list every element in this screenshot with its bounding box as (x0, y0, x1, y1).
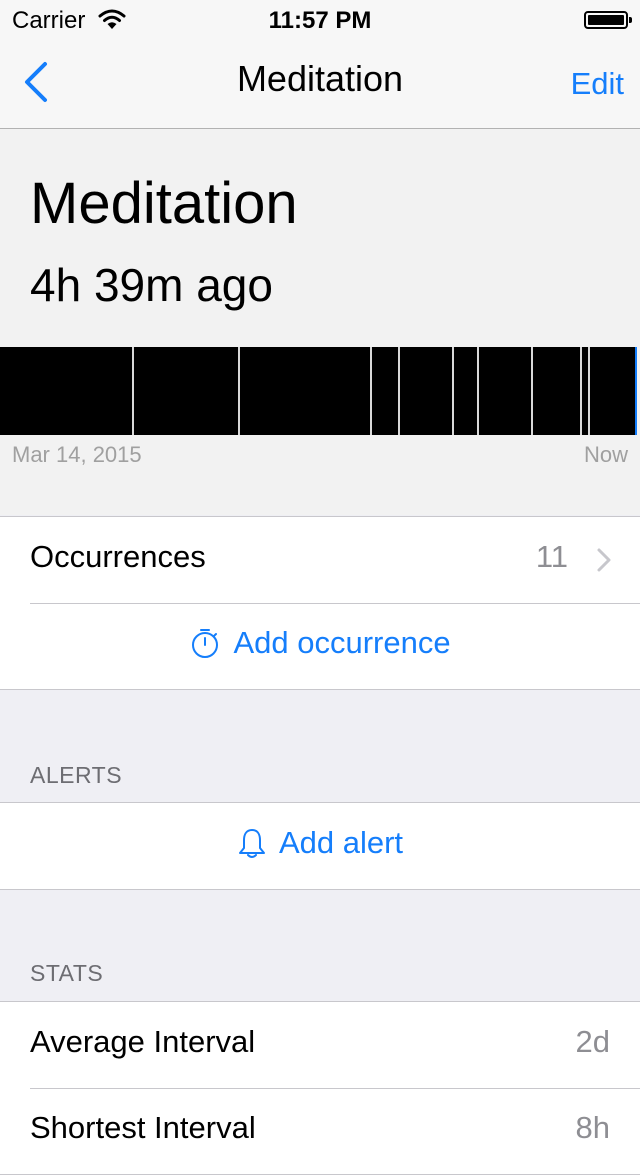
stats-row-average-interval: Average Interval 2d (0, 1002, 640, 1088)
habit-header: Meditation 4h 39m ago Mar 14, 2015 Now (0, 129, 640, 515)
stat-value: 8h (575, 1110, 610, 1145)
habit-title: Meditation (30, 171, 298, 236)
add-alert-button[interactable]: Add alert (0, 803, 640, 889)
stat-value: 2d (575, 1024, 610, 1059)
occurrences-label: Occurrences (30, 539, 206, 574)
timeline-start-label: Mar 14, 2015 (12, 442, 142, 467)
chevron-right-icon (597, 548, 611, 572)
nav-title: Meditation (236, 58, 404, 99)
timeline-tick (477, 347, 479, 435)
occurrences-count: 11 (535, 539, 568, 574)
timeline-tick (238, 347, 240, 435)
timeline-tick (580, 347, 582, 435)
alerts-section-header: ALERTS (30, 762, 123, 788)
stat-label: Shortest Interval (30, 1110, 256, 1145)
timeline-tick (531, 347, 533, 435)
add-occurrence-button[interactable]: Add occurrence (0, 603, 640, 689)
stat-label: Average Interval (30, 1024, 256, 1059)
timeline-tick (132, 347, 134, 435)
add-occurrence-label: Add occurrence (233, 625, 451, 660)
timeline-tick (588, 347, 590, 435)
battery-icon (584, 11, 632, 29)
status-bar: Carrier 11:57 PM (0, 0, 640, 40)
edit-button[interactable]: Edit (571, 66, 624, 102)
stats-section-header: STATS (30, 960, 104, 986)
stopwatch-icon (192, 629, 219, 658)
timeline-bar (0, 347, 636, 435)
timeline-now-marker (635, 347, 637, 435)
occurrence-timeline (0, 347, 640, 435)
timeline-tick (452, 347, 454, 435)
timeline-tick (370, 347, 372, 435)
occurrences-section: Occurrences 11 Add occurrence (0, 516, 640, 690)
stats-section: Average Interval 2d Shortest Interval 8h (0, 1001, 640, 1175)
bell-icon (238, 829, 265, 858)
last-occurrence-ago: 4h 39m ago (30, 259, 273, 311)
add-alert-label: Add alert (278, 825, 404, 860)
status-time: 11:57 PM (268, 7, 372, 34)
navigation-bar: Meditation Edit (0, 40, 640, 129)
occurrences-row[interactable]: Occurrences 11 (0, 517, 640, 603)
timeline-end-label: Now (583, 442, 628, 467)
timeline-tick (398, 347, 400, 435)
stats-row-shortest-interval: Shortest Interval 8h (0, 1088, 640, 1174)
alerts-section: Add alert (0, 802, 640, 890)
